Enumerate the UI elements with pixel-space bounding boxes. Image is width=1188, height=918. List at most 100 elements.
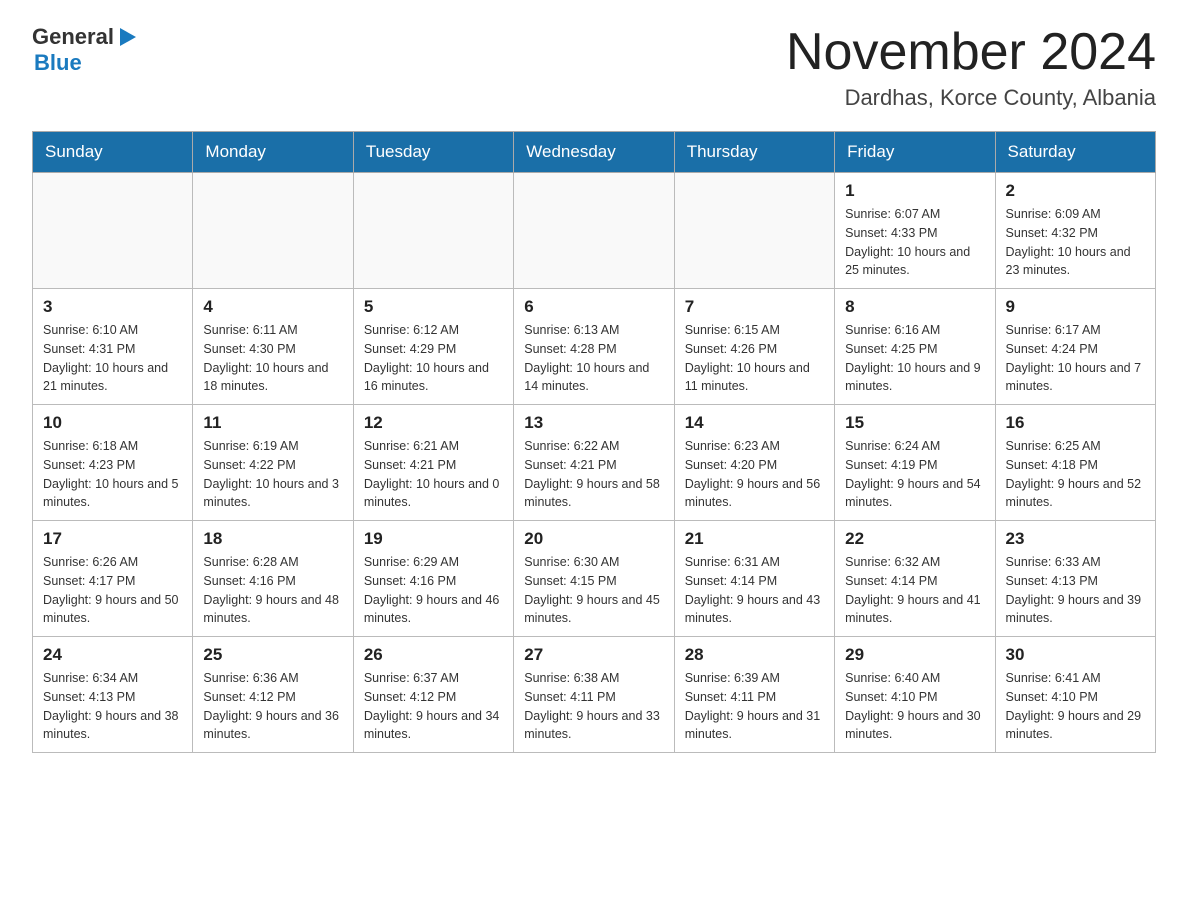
day-number: 17 xyxy=(43,529,182,549)
day-number: 4 xyxy=(203,297,342,317)
day-number: 26 xyxy=(364,645,503,665)
calendar-cell-w4-d3: 27 Sunrise: 6:38 AMSunset: 4:11 PMDayligh… xyxy=(514,637,674,753)
day-info: Sunrise: 6:12 AMSunset: 4:29 PMDaylight:… xyxy=(364,321,503,396)
calendar-cell-w4-d6: 30 Sunrise: 6:41 AMSunset: 4:10 PMDayligh… xyxy=(995,637,1155,753)
day-info: Sunrise: 6:39 AMSunset: 4:11 PMDaylight:… xyxy=(685,669,824,744)
day-number: 16 xyxy=(1006,413,1145,433)
day-info: Sunrise: 6:13 AMSunset: 4:28 PMDaylight:… xyxy=(524,321,663,396)
title-section: November 2024 Dardhas, Korce County, Alb… xyxy=(786,24,1156,111)
day-info: Sunrise: 6:34 AMSunset: 4:13 PMDaylight:… xyxy=(43,669,182,744)
day-number: 13 xyxy=(524,413,663,433)
calendar-cell-w4-d1: 25 Sunrise: 6:36 AMSunset: 4:12 PMDayligh… xyxy=(193,637,353,753)
day-number: 18 xyxy=(203,529,342,549)
calendar-cell-w4-d5: 29 Sunrise: 6:40 AMSunset: 4:10 PMDayligh… xyxy=(835,637,995,753)
day-number: 24 xyxy=(43,645,182,665)
calendar-cell-w2-d2: 12 Sunrise: 6:21 AMSunset: 4:21 PMDayligh… xyxy=(353,405,513,521)
calendar-cell-w4-d0: 24 Sunrise: 6:34 AMSunset: 4:13 PMDayligh… xyxy=(33,637,193,753)
calendar-cell-w3-d4: 21 Sunrise: 6:31 AMSunset: 4:14 PMDayligh… xyxy=(674,521,834,637)
calendar-cell-w4-d4: 28 Sunrise: 6:39 AMSunset: 4:11 PMDayligh… xyxy=(674,637,834,753)
header-monday: Monday xyxy=(193,132,353,173)
day-number: 5 xyxy=(364,297,503,317)
day-info: Sunrise: 6:16 AMSunset: 4:25 PMDaylight:… xyxy=(845,321,984,396)
week-row-3: 17 Sunrise: 6:26 AMSunset: 4:17 PMDayligh… xyxy=(33,521,1156,637)
calendar-cell-w3-d1: 18 Sunrise: 6:28 AMSunset: 4:16 PMDayligh… xyxy=(193,521,353,637)
calendar-cell-w1-d3: 6 Sunrise: 6:13 AMSunset: 4:28 PMDaylight… xyxy=(514,289,674,405)
day-info: Sunrise: 6:38 AMSunset: 4:11 PMDaylight:… xyxy=(524,669,663,744)
day-number: 29 xyxy=(845,645,984,665)
day-info: Sunrise: 6:17 AMSunset: 4:24 PMDaylight:… xyxy=(1006,321,1145,396)
day-number: 11 xyxy=(203,413,342,433)
calendar-cell-w1-d6: 9 Sunrise: 6:17 AMSunset: 4:24 PMDaylight… xyxy=(995,289,1155,405)
calendar-cell-w3-d6: 23 Sunrise: 6:33 AMSunset: 4:13 PMDayligh… xyxy=(995,521,1155,637)
day-info: Sunrise: 6:33 AMSunset: 4:13 PMDaylight:… xyxy=(1006,553,1145,628)
day-number: 14 xyxy=(685,413,824,433)
day-info: Sunrise: 6:30 AMSunset: 4:15 PMDaylight:… xyxy=(524,553,663,628)
calendar-cell-w3-d3: 20Sunrise: 6:30 AMSunset: 4:15 PMDayligh… xyxy=(514,521,674,637)
calendar-cell-w3-d0: 17 Sunrise: 6:26 AMSunset: 4:17 PMDayligh… xyxy=(33,521,193,637)
calendar-cell-w2-d3: 13 Sunrise: 6:22 AMSunset: 4:21 PMDayligh… xyxy=(514,405,674,521)
calendar-cell-w2-d5: 15 Sunrise: 6:24 AMSunset: 4:19 PMDayligh… xyxy=(835,405,995,521)
day-number: 12 xyxy=(364,413,503,433)
day-info: Sunrise: 6:10 AMSunset: 4:31 PMDaylight:… xyxy=(43,321,182,396)
calendar-cell-w3-d2: 19 Sunrise: 6:29 AMSunset: 4:16 PMDayligh… xyxy=(353,521,513,637)
calendar-cell-w1-d0: 3Sunrise: 6:10 AMSunset: 4:31 PMDaylight… xyxy=(33,289,193,405)
calendar-title: November 2024 xyxy=(786,24,1156,81)
logo-arrow-icon xyxy=(116,26,138,48)
day-info: Sunrise: 6:31 AMSunset: 4:14 PMDaylight:… xyxy=(685,553,824,628)
day-info: Sunrise: 6:22 AMSunset: 4:21 PMDaylight:… xyxy=(524,437,663,512)
day-number: 6 xyxy=(524,297,663,317)
calendar-cell-w4-d2: 26 Sunrise: 6:37 AMSunset: 4:12 PMDayligh… xyxy=(353,637,513,753)
calendar-cell-w1-d5: 8 Sunrise: 6:16 AMSunset: 4:25 PMDaylight… xyxy=(835,289,995,405)
logo-general-text: General xyxy=(32,24,114,50)
calendar-cell-w1-d2: 5 Sunrise: 6:12 AMSunset: 4:29 PMDaylight… xyxy=(353,289,513,405)
day-number: 25 xyxy=(203,645,342,665)
day-number: 21 xyxy=(685,529,824,549)
logo-blue-text: Blue xyxy=(34,50,82,75)
week-row-1: 3Sunrise: 6:10 AMSunset: 4:31 PMDaylight… xyxy=(33,289,1156,405)
page-header: General Blue November 2024 Dardhas, Korc… xyxy=(32,24,1156,111)
day-number: 27 xyxy=(524,645,663,665)
calendar-cell-w0-d5: 1Sunrise: 6:07 AMSunset: 4:33 PMDaylight… xyxy=(835,173,995,289)
day-info: Sunrise: 6:09 AMSunset: 4:32 PMDaylight:… xyxy=(1006,205,1145,280)
day-info: Sunrise: 6:26 AMSunset: 4:17 PMDaylight:… xyxy=(43,553,182,628)
calendar-subtitle: Dardhas, Korce County, Albania xyxy=(786,85,1156,111)
day-info: Sunrise: 6:25 AMSunset: 4:18 PMDaylight:… xyxy=(1006,437,1145,512)
day-number: 15 xyxy=(845,413,984,433)
day-info: Sunrise: 6:40 AMSunset: 4:10 PMDaylight:… xyxy=(845,669,984,744)
day-info: Sunrise: 6:11 AMSunset: 4:30 PMDaylight:… xyxy=(203,321,342,396)
day-info: Sunrise: 6:19 AMSunset: 4:22 PMDaylight:… xyxy=(203,437,342,512)
header-wednesday: Wednesday xyxy=(514,132,674,173)
day-info: Sunrise: 6:28 AMSunset: 4:16 PMDaylight:… xyxy=(203,553,342,628)
calendar-cell-w2-d6: 16 Sunrise: 6:25 AMSunset: 4:18 PMDayligh… xyxy=(995,405,1155,521)
day-info: Sunrise: 6:41 AMSunset: 4:10 PMDaylight:… xyxy=(1006,669,1145,744)
day-info: Sunrise: 6:29 AMSunset: 4:16 PMDaylight:… xyxy=(364,553,503,628)
day-number: 8 xyxy=(845,297,984,317)
day-info: Sunrise: 6:15 AMSunset: 4:26 PMDaylight:… xyxy=(685,321,824,396)
week-row-4: 24 Sunrise: 6:34 AMSunset: 4:13 PMDayligh… xyxy=(33,637,1156,753)
calendar-cell-w3-d5: 22Sunrise: 6:32 AMSunset: 4:14 PMDayligh… xyxy=(835,521,995,637)
day-number: 28 xyxy=(685,645,824,665)
day-info: Sunrise: 6:37 AMSunset: 4:12 PMDaylight:… xyxy=(364,669,503,744)
calendar-cell-w2-d4: 14Sunrise: 6:23 AMSunset: 4:20 PMDayligh… xyxy=(674,405,834,521)
calendar-cell-w0-d3 xyxy=(514,173,674,289)
day-number: 19 xyxy=(364,529,503,549)
calendar-cell-w0-d1 xyxy=(193,173,353,289)
week-row-2: 10Sunrise: 6:18 AMSunset: 4:23 PMDayligh… xyxy=(33,405,1156,521)
header-saturday: Saturday xyxy=(995,132,1155,173)
calendar-table: Sunday Monday Tuesday Wednesday Thursday… xyxy=(32,131,1156,753)
day-number: 2 xyxy=(1006,181,1145,201)
day-info: Sunrise: 6:18 AMSunset: 4:23 PMDaylight:… xyxy=(43,437,182,512)
calendar-cell-w0-d2 xyxy=(353,173,513,289)
calendar-cell-w2-d0: 10Sunrise: 6:18 AMSunset: 4:23 PMDayligh… xyxy=(33,405,193,521)
calendar-cell-w0-d0 xyxy=(33,173,193,289)
logo: General Blue xyxy=(32,24,138,76)
header-friday: Friday xyxy=(835,132,995,173)
day-info: Sunrise: 6:21 AMSunset: 4:21 PMDaylight:… xyxy=(364,437,503,512)
day-number: 23 xyxy=(1006,529,1145,549)
calendar-cell-w0-d6: 2 Sunrise: 6:09 AMSunset: 4:32 PMDaylight… xyxy=(995,173,1155,289)
day-number: 30 xyxy=(1006,645,1145,665)
day-number: 9 xyxy=(1006,297,1145,317)
day-info: Sunrise: 6:36 AMSunset: 4:12 PMDaylight:… xyxy=(203,669,342,744)
day-info: Sunrise: 6:24 AMSunset: 4:19 PMDaylight:… xyxy=(845,437,984,512)
calendar-cell-w1-d4: 7Sunrise: 6:15 AMSunset: 4:26 PMDaylight… xyxy=(674,289,834,405)
